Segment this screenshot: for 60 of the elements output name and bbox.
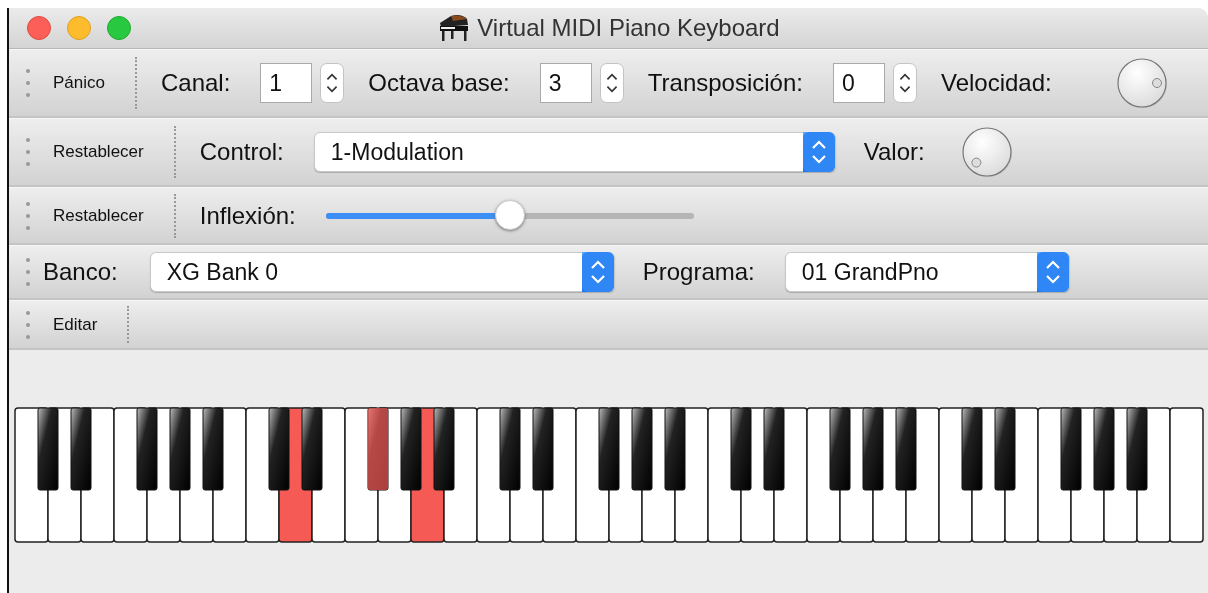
toolbar-handle[interactable] — [25, 200, 31, 231]
close-button[interactable] — [27, 16, 51, 40]
field-label: Canal: — [161, 69, 231, 97]
dropdown[interactable]: 01 GrandPno — [784, 252, 1070, 292]
sharp-key[interactable] — [763, 407, 785, 491]
stepper[interactable] — [320, 63, 345, 103]
sharp-key[interactable] — [961, 407, 983, 491]
chevron-icon — [1036, 252, 1069, 292]
sharp-key[interactable] — [1093, 407, 1115, 491]
field-label: Valor: — [863, 138, 925, 166]
slider-thumb[interactable] — [494, 199, 525, 230]
sharp-key[interactable] — [268, 407, 290, 491]
number-field[interactable]: 0 — [832, 63, 885, 103]
sharp-key[interactable] — [400, 407, 422, 491]
toolbar-button[interactable]: Pánico — [53, 69, 105, 97]
field-label: Transposición: — [647, 69, 803, 97]
toolbar-button[interactable]: Restablecer — [53, 138, 144, 166]
number-field[interactable]: 3 — [539, 63, 592, 103]
sharp-key[interactable] — [862, 407, 884, 491]
field-label: Programa: — [642, 258, 755, 286]
sharp-key[interactable] — [136, 407, 158, 491]
knob[interactable] — [1115, 57, 1168, 109]
sharp-key[interactable] — [70, 407, 92, 491]
sharp-key[interactable] — [994, 407, 1016, 491]
sharp-key[interactable] — [433, 407, 455, 491]
sharp-key[interactable] — [169, 407, 191, 491]
sharp-key[interactable] — [532, 407, 554, 491]
sharp-key[interactable] — [730, 407, 752, 491]
natural-key[interactable] — [1169, 407, 1204, 543]
toolbar-handle[interactable] — [25, 257, 31, 287]
dropdown[interactable]: XG Bank 0 — [149, 252, 615, 292]
field-label: Octava base: — [368, 69, 510, 97]
sharp-key[interactable] — [1126, 407, 1148, 491]
sharp-key[interactable] — [895, 407, 917, 491]
number-field[interactable]: 1 — [260, 63, 313, 103]
sharp-key[interactable] — [664, 407, 686, 491]
stepper[interactable] — [892, 63, 917, 103]
toolbar-button[interactable]: Editar — [53, 310, 98, 339]
sharp-key[interactable] — [829, 407, 851, 491]
toolbar-handle[interactable] — [25, 137, 31, 167]
field-label: Velocidad: — [940, 69, 1052, 97]
stepper[interactable] — [599, 63, 624, 103]
sharp-key[interactable] — [301, 407, 323, 491]
toolbar-button[interactable]: Restablecer — [53, 201, 144, 230]
field-label: Inflexión: — [199, 201, 296, 230]
window-title: Virtual MIDI Piano Keyboard — [477, 14, 780, 42]
sharp-key[interactable] — [631, 407, 653, 491]
sharp-key[interactable] — [1060, 407, 1082, 491]
toolbar-handle[interactable] — [25, 68, 31, 98]
chevron-icon — [581, 252, 614, 292]
field-label: Banco: — [43, 258, 118, 286]
toolbar-handle[interactable] — [25, 309, 31, 340]
knob[interactable] — [960, 126, 1013, 178]
field-label: Control: — [199, 138, 284, 166]
sharp-key[interactable] — [37, 407, 59, 491]
sharp-key[interactable] — [202, 407, 224, 491]
dropdown[interactable]: 1-Modulation — [313, 132, 836, 172]
sharp-key[interactable] — [598, 407, 620, 491]
chevron-icon — [802, 132, 835, 172]
sharp-key[interactable] — [499, 407, 521, 491]
